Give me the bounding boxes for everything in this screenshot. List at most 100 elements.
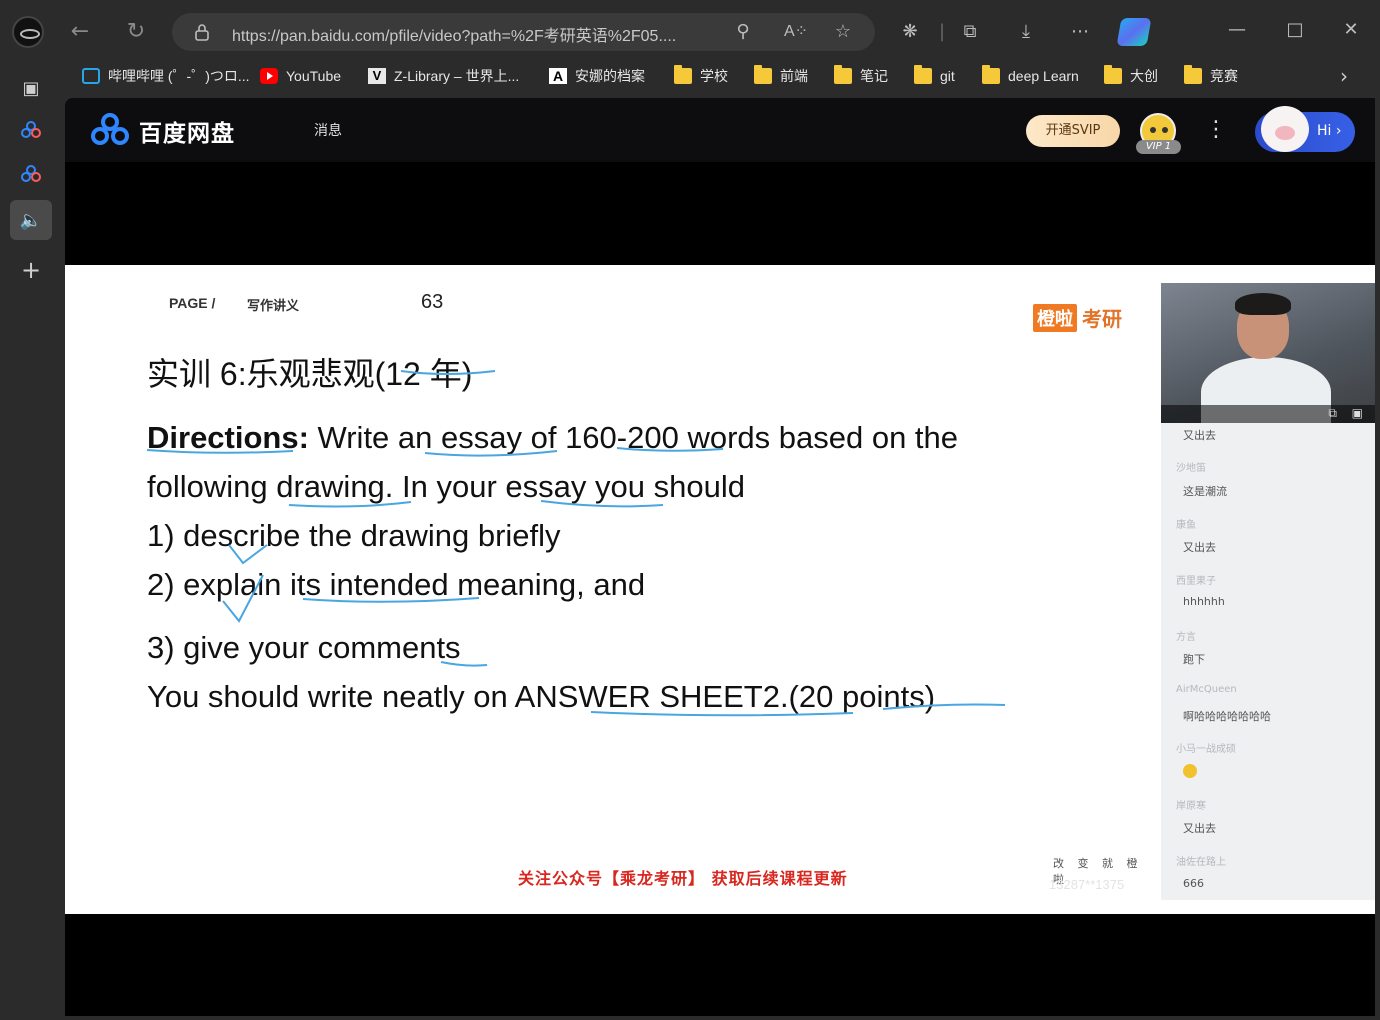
baidu-netdisk-icon	[21, 165, 41, 182]
tab-playing-audio[interactable]: 🔈	[10, 200, 52, 240]
brand-text: 考研	[1082, 307, 1122, 331]
chat-message: 666	[1183, 877, 1204, 890]
body-line-6: You should write neatly on ANSWER SHEET2…	[147, 679, 936, 714]
new-tab-icon[interactable]: +	[10, 250, 52, 290]
bookmark-annas-archive[interactable]: A 安娜的档案	[549, 62, 645, 90]
chat-username: 方言	[1176, 632, 1196, 643]
slide-bottom-strip	[65, 900, 1375, 914]
bookmark-label: 大创	[1130, 68, 1158, 84]
chevron-right-icon[interactable]: ›	[1340, 62, 1348, 90]
teacher-webcam[interactable]: ⧉ ▣	[1161, 283, 1375, 423]
chat-message: 跑下	[1183, 653, 1205, 666]
open-svip-button[interactable]: 开通SVIP	[1026, 115, 1120, 147]
user-watermark: 13287**1375	[1049, 877, 1125, 892]
video-slide[interactable]: PAGE / 写作讲义 63 橙啦 考研 实训 6:乐观悲观(12 年) Dir…	[65, 265, 1161, 900]
title-bar: ← ↻ https://pan.baidu.com/pfile/video?pa…	[0, 0, 1380, 62]
bookmark-youtube[interactable]: YouTube	[260, 62, 341, 90]
close-icon[interactable]: ✕	[1336, 18, 1366, 42]
hi-assistant-button[interactable]: Hi ›	[1255, 106, 1355, 152]
promo-footer: 关注公众号【乘龙考研】 获取后续课程更新	[518, 869, 848, 888]
baidu-netdisk-icon	[21, 121, 41, 138]
bookmark-zlibrary[interactable]: V Z-Library – 世界上...	[368, 62, 519, 90]
bookmark-label: 前端	[780, 68, 808, 84]
bookmark-label: deep Learn	[1008, 68, 1079, 84]
bookmark-folder-notes[interactable]: 笔记	[834, 62, 888, 90]
emoji-icon	[1183, 764, 1197, 778]
bookmark-folder-frontend[interactable]: 前端	[754, 62, 808, 90]
popout-icon[interactable]: ▣	[1352, 406, 1363, 420]
chat-message: 又出去	[1183, 822, 1216, 835]
bookmark-label: YouTube	[286, 68, 342, 84]
bookmark-label: Z-Library – 世界上...	[394, 68, 520, 84]
collections-icon[interactable]: ⧉	[958, 20, 982, 44]
page-number: 63	[421, 291, 444, 313]
bookmark-bilibili[interactable]: 哔哩哔哩 (゜-゜)つロ...	[82, 62, 250, 90]
downloads-icon[interactable]: ⤓	[1014, 20, 1038, 44]
browser-window: ← ↻ https://pan.baidu.com/pfile/video?pa…	[0, 0, 1380, 1020]
bookmark-folder-contest[interactable]: 竞赛	[1184, 62, 1238, 90]
bookmark-label: 笔记	[860, 68, 888, 84]
chat-username: 康鱼	[1176, 520, 1196, 531]
brand-box: 橙啦	[1033, 303, 1077, 332]
bookmark-label: git	[940, 68, 955, 84]
directions-text: Write an essay of 160-200 words based on…	[308, 420, 959, 455]
bookmark-folder-dachuang[interactable]: 大创	[1104, 62, 1158, 90]
vertical-tab-sidebar: ▣ 🔈 +	[0, 62, 62, 1020]
body-line-5: 3) give your comments	[147, 630, 461, 665]
bookmarks-bar: 哔哩哔哩 (゜-゜)つロ... YouTube V Z-Library – 世界…	[62, 62, 1380, 90]
chat-message: 又出去	[1183, 429, 1216, 442]
page-section: 写作讲义	[247, 299, 300, 314]
chat-message: hhhhhh	[1183, 595, 1225, 608]
more-menu-icon[interactable]: ⋯	[1068, 20, 1092, 44]
page-content: 百度网盘 消息 开通SVIP VIP 1 ⋮ Hi › PAGE / 写作讲义 …	[65, 98, 1375, 1016]
webcam-controls: ⧉ ▣	[1161, 405, 1375, 423]
bilibili-icon	[82, 68, 100, 84]
teacher-hair	[1235, 293, 1291, 315]
chat-panel: 又出去 沙地笛 这是潮流 康鱼 又出去 西里果子 hhhhhh 方言 跑下 Ai…	[1161, 423, 1375, 900]
messages-link[interactable]: 消息	[314, 120, 342, 140]
bookmark-label: 哔哩哔哩 (゜-゜)つロ...	[108, 68, 250, 84]
chat-message: 又出去	[1183, 541, 1216, 554]
chat-username: 沙地笛	[1176, 463, 1206, 474]
baidu-logo[interactable]: 百度网盘	[91, 113, 235, 148]
folder-icon	[674, 65, 692, 84]
url-text[interactable]: https://pan.baidu.com/pfile/video?path=%…	[232, 22, 732, 46]
hi-label: Hi ›	[1317, 123, 1342, 139]
more-options-icon[interactable]: ⋮	[1205, 118, 1227, 142]
picture-in-picture-icon[interactable]: ⧉	[1328, 406, 1337, 421]
bookmark-folder-deep-learn[interactable]: deep Learn	[982, 62, 1079, 90]
vip-badge: VIP 1	[1136, 140, 1181, 154]
folder-icon	[914, 65, 932, 84]
favorite-star-icon[interactable]: ☆	[832, 21, 854, 43]
bookmark-label: 安娜的档案	[575, 68, 645, 84]
tab-baidu-netdisk-1[interactable]	[10, 110, 52, 150]
chat-username: 油佐在路上	[1176, 857, 1226, 868]
bookmark-label: 学校	[700, 68, 728, 84]
tab-actions-icon[interactable]: ▣	[10, 68, 52, 108]
zoom-icon[interactable]: ⚲	[732, 21, 754, 43]
bookmark-folder-school[interactable]: 学校	[674, 62, 728, 90]
folder-icon	[1184, 65, 1202, 84]
chat-message: 啊哈哈哈哈哈哈哈	[1183, 710, 1271, 723]
extensions-icon[interactable]: ❋	[898, 20, 922, 44]
directions-label: Directions:	[147, 420, 309, 455]
slide-title: 实训 6:乐观悲观(12 年)	[147, 356, 473, 392]
logo-text: 百度网盘	[139, 121, 235, 147]
profile-icon[interactable]	[12, 16, 44, 48]
minimize-icon[interactable]: —	[1222, 18, 1252, 42]
folder-icon	[1104, 65, 1122, 84]
tab-baidu-netdisk-2[interactable]	[10, 154, 52, 194]
bookmark-folder-git[interactable]: git	[914, 62, 955, 90]
copilot-icon[interactable]	[1116, 18, 1152, 46]
back-icon[interactable]: ←	[66, 18, 94, 46]
lock-icon	[195, 24, 209, 41]
read-aloud-icon[interactable]: A⁘	[784, 21, 808, 43]
folder-icon	[834, 65, 852, 84]
baidu-netdisk-logo-icon	[91, 113, 133, 147]
refresh-icon[interactable]: ↻	[122, 18, 150, 46]
chat-message: 这是潮流	[1183, 485, 1227, 498]
speaker-icon: 🔈	[19, 209, 43, 231]
maximize-icon[interactable]: □	[1280, 18, 1310, 42]
address-bar[interactable]: https://pan.baidu.com/pfile/video?path=%…	[172, 13, 875, 51]
chat-username: 小马一战成硕	[1176, 744, 1236, 755]
